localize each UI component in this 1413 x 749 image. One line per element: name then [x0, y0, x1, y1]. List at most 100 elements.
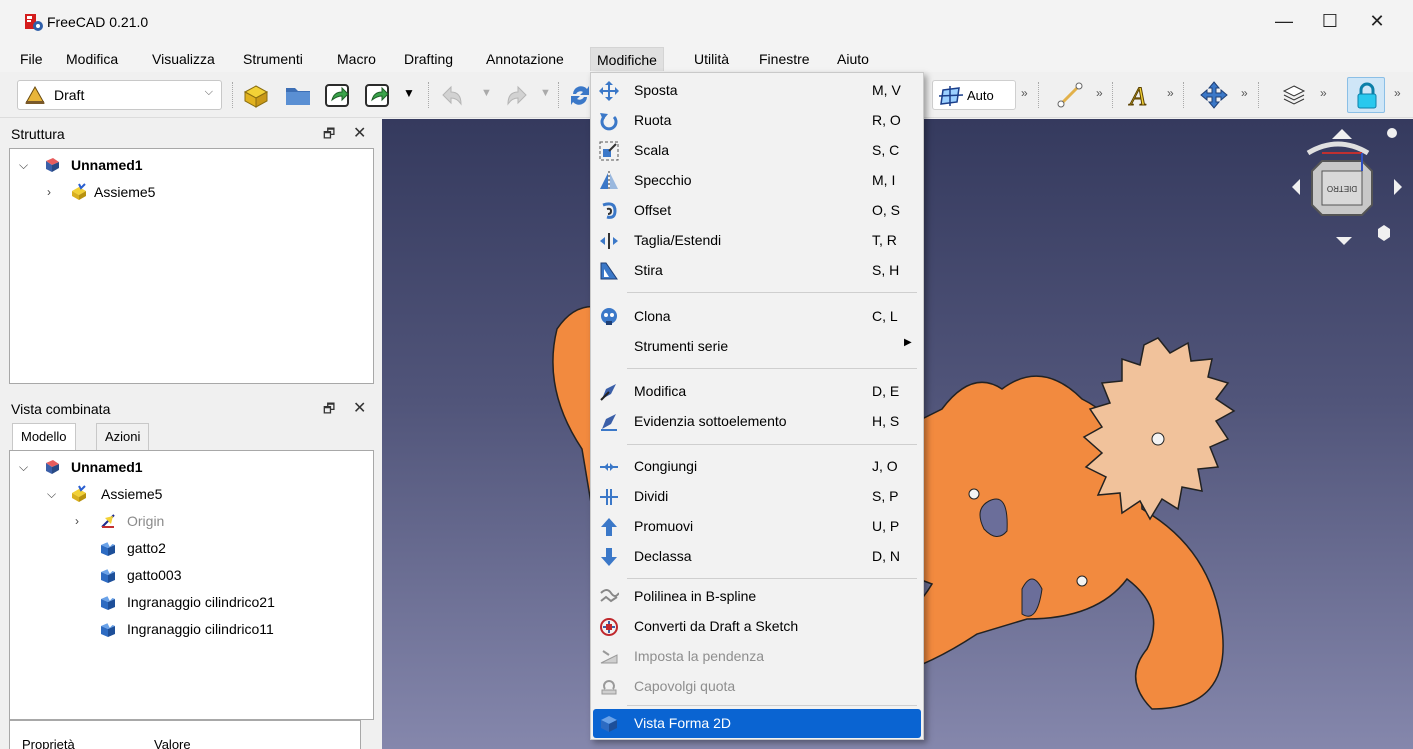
draft-to-sketch-icon: [600, 618, 618, 636]
structure-tree: ⌵ Unnamed1 › Assieme5: [9, 148, 374, 384]
menu-item-sposta[interactable]: Sposta M, V: [593, 76, 921, 105]
navigation-cube[interactable]: DIETRO: [1278, 123, 1408, 253]
new-document-icon[interactable]: [241, 80, 271, 110]
snap-lock-button[interactable]: [1347, 77, 1385, 113]
minimize-button[interactable]: —: [1261, 6, 1307, 36]
menu-item-capovolgi-quota[interactable]: Capovolgi quota: [593, 672, 921, 701]
toolbar-overflow-icon[interactable]: »: [1021, 86, 1028, 100]
menu-annotazione[interactable]: Annotazione: [480, 47, 570, 71]
menu-finestre[interactable]: Finestre: [753, 47, 816, 71]
auto-working-plane-button[interactable]: Auto: [932, 80, 1016, 110]
expand-icon[interactable]: ›: [75, 508, 79, 534]
line-tool-icon[interactable]: [1055, 80, 1085, 110]
menu-item-label: Converti da Draft a Sketch: [634, 618, 799, 634]
toolbar-overflow-icon[interactable]: »: [1096, 86, 1103, 100]
menu-item-label: Taglia/Estendi: [634, 232, 722, 248]
menu-item-offset[interactable]: Offset O, S: [593, 196, 921, 225]
tab-azioni[interactable]: Azioni: [96, 423, 150, 451]
menu-item-stira[interactable]: Stira S, H: [593, 256, 921, 285]
redo-icon[interactable]: [500, 80, 530, 110]
workbench-selector[interactable]: Draft ⌵: [17, 80, 222, 110]
tree-item-assembly[interactable]: ⌵ Assieme5: [10, 481, 370, 507]
clone-icon: [601, 308, 617, 325]
menu-item-scala[interactable]: Scala S, C: [593, 136, 921, 165]
menu-item-specchio[interactable]: Specchio M, I: [593, 166, 921, 195]
tree-item-document[interactable]: ⌵ Unnamed1: [10, 454, 370, 480]
menu-item-clona[interactable]: Clona C, L: [593, 302, 921, 331]
tree-item-label: Assieme5: [94, 184, 156, 200]
menu-item-label: Strumenti serie: [634, 338, 729, 354]
tree-item-label: Assieme5: [101, 486, 163, 502]
menu-item-modifica[interactable]: Modifica D, E: [593, 377, 921, 406]
toolbar-overflow-icon[interactable]: »: [1320, 86, 1327, 100]
close-panel-icon[interactable]: ✕: [353, 398, 366, 418]
collapse-icon[interactable]: ⌵: [47, 481, 56, 507]
float-panel-icon[interactable]: 🗗: [323, 125, 335, 147]
toolbar-overflow-icon[interactable]: »: [1241, 86, 1248, 100]
expand-icon[interactable]: ›: [47, 179, 51, 205]
menu-item-converti-draft-sketch[interactable]: Converti da Draft a Sketch: [593, 612, 921, 641]
menu-item-congiungi[interactable]: Congiungi J, O: [593, 452, 921, 481]
redo-dropdown-arrow-icon[interactable]: ▼: [540, 87, 551, 99]
menu-item-shortcut: M, I: [872, 172, 896, 188]
menu-item-polilinea-bspline[interactable]: Polilinea in B-spline: [593, 582, 921, 611]
tab-modello[interactable]: Modello: [12, 423, 76, 451]
flip-dimension-icon: [601, 680, 617, 695]
menu-item-vista-forma-2d[interactable]: Vista Forma 2D: [593, 709, 921, 738]
menu-item-shortcut: S, H: [872, 262, 900, 278]
text-tool-icon[interactable]: A: [1125, 80, 1155, 111]
menu-bar: File Modifica Visualizza Strumenti Macro…: [0, 44, 1413, 72]
menu-item-dividi[interactable]: Dividi S, P: [593, 482, 921, 511]
menu-macro[interactable]: Macro: [331, 47, 382, 71]
menu-utilita[interactable]: Utilità: [688, 47, 735, 71]
minimize-icon: —: [1275, 10, 1293, 31]
undo-icon[interactable]: [439, 80, 469, 110]
menu-file[interactable]: File: [14, 47, 49, 71]
maximize-button[interactable]: ☐: [1307, 6, 1353, 36]
layers-icon[interactable]: [1279, 80, 1309, 110]
menu-visualizza[interactable]: Visualizza: [146, 47, 221, 71]
close-button[interactable]: ✕: [1354, 6, 1400, 36]
tree-item-body[interactable]: Ingranaggio cilindrico21: [10, 589, 370, 615]
menu-item-imposta-pendenza[interactable]: Imposta la pendenza: [593, 642, 921, 671]
save-icon[interactable]: [323, 80, 353, 110]
float-panel-icon[interactable]: 🗗: [323, 400, 335, 422]
menu-item-evidenzia-sottoelemento[interactable]: Evidenzia sottoelemento H, S: [593, 407, 921, 436]
move-icon: [599, 81, 619, 101]
close-panel-icon[interactable]: ✕: [353, 123, 366, 143]
collapse-icon[interactable]: ⌵: [19, 152, 28, 178]
menu-item-taglia-estendi[interactable]: Taglia/Estendi T, R: [593, 226, 921, 255]
menu-item-strumenti-serie[interactable]: Strumenti serie ▶: [593, 332, 921, 361]
undo-dropdown-arrow-icon[interactable]: ▼: [481, 87, 492, 99]
toolbar-overflow-icon[interactable]: »: [1394, 86, 1401, 100]
menu-strumenti[interactable]: Strumenti: [237, 47, 309, 71]
save-as-icon[interactable]: [363, 80, 393, 110]
tree-item-assembly[interactable]: › Assieme5: [10, 179, 370, 205]
menu-separator: [627, 444, 917, 445]
tree-item-body[interactable]: Ingranaggio cilindrico11: [10, 616, 370, 642]
menu-modifica[interactable]: Modifica: [60, 47, 124, 71]
toolbar-overflow-icon[interactable]: »: [1167, 86, 1174, 100]
menu-drafting[interactable]: Drafting: [398, 47, 459, 71]
scale-icon: [599, 141, 619, 161]
combo-panel-header: Vista combinata 🗗 ✕: [8, 397, 374, 421]
toolbar-separator: [1112, 82, 1114, 108]
menu-item-label: Congiungi: [634, 458, 698, 474]
save-dropdown-arrow-icon[interactable]: ▼: [403, 86, 415, 100]
menu-aiuto[interactable]: Aiuto: [831, 47, 875, 71]
tree-item-origin[interactable]: › Origin: [10, 508, 370, 534]
collapse-icon[interactable]: ⌵: [19, 454, 28, 480]
tree-item-document[interactable]: ⌵ Unnamed1: [10, 152, 370, 178]
menu-item-promuovi[interactable]: Promuovi U, P: [593, 512, 921, 541]
move-tool-icon[interactable]: [1199, 80, 1229, 110]
tree-item-body[interactable]: gatto2: [10, 535, 370, 561]
menu-modifiche[interactable]: Modifiche: [590, 47, 664, 71]
menu-item-label: Offset: [634, 202, 672, 218]
open-folder-icon[interactable]: [283, 80, 313, 110]
menu-separator: [627, 578, 917, 579]
tree-item-body[interactable]: gatto003: [10, 562, 370, 588]
menu-item-ruota[interactable]: Ruota R, O: [593, 106, 921, 135]
panel-splitter[interactable]: [374, 119, 382, 749]
document-icon: [46, 158, 59, 172]
menu-item-declassa[interactable]: Declassa D, N: [593, 542, 921, 571]
